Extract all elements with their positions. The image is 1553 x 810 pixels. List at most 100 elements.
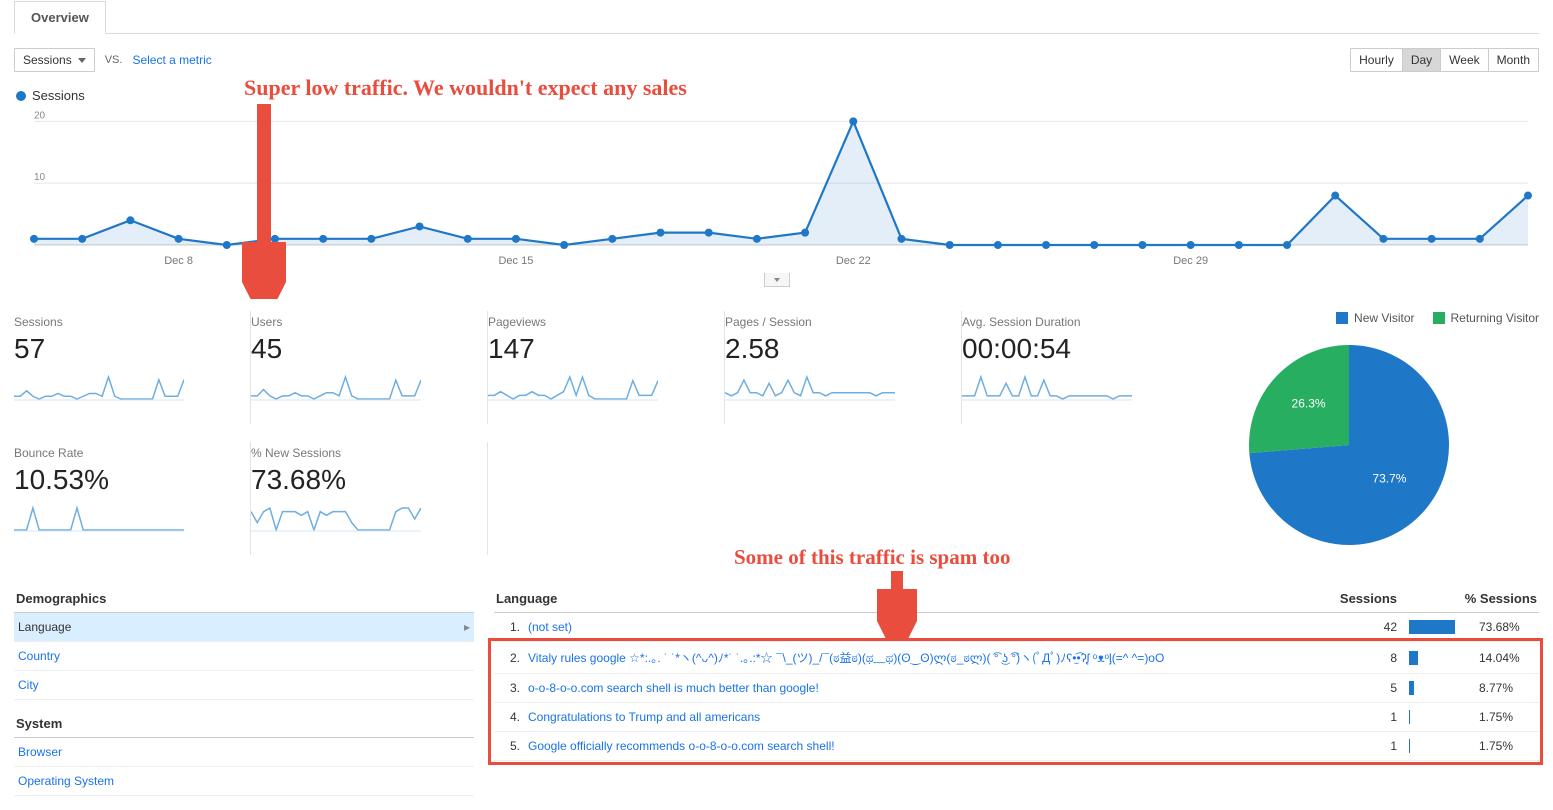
row-sessions: 1 <box>1327 710 1397 724</box>
row-link[interactable]: Congratulations to Trump and all america… <box>528 710 760 724</box>
visitor-pie-chart: 73.7% 26.3% <box>1219 335 1459 555</box>
row-name: Google officially recommends o-o-8-o-o.c… <box>520 739 1327 753</box>
metric-label: Pageviews <box>488 315 706 329</box>
row-pct: 1.75% <box>1479 710 1513 724</box>
pie-legend-item: Returning Visitor <box>1433 311 1540 325</box>
system-item-operating-system[interactable]: Operating System <box>14 767 474 796</box>
metric-label: Avg. Session Duration <box>962 315 1181 329</box>
row-link[interactable]: (not set) <box>528 620 572 634</box>
row-sessions: 8 <box>1327 651 1397 665</box>
row-index: 2. <box>496 651 520 665</box>
row-sessions: 42 <box>1327 620 1397 634</box>
x-tick-label: Dec 15 <box>498 255 533 267</box>
list-item-label: Country <box>18 649 60 663</box>
row-index: 1. <box>496 620 520 634</box>
demographics-item-country[interactable]: Country <box>14 642 474 671</box>
demographics-header: Demographics <box>14 585 474 613</box>
svg-text:73.7%: 73.7% <box>1372 471 1406 485</box>
row-pct: 8.77% <box>1479 681 1513 695</box>
table-row: 1. (not set) 42 73.68% <box>494 613 1539 642</box>
pie-legend-item: New Visitor <box>1336 311 1414 325</box>
chart-expand-toggle[interactable] <box>764 273 790 287</box>
sparkline <box>725 373 895 401</box>
caret-down-icon <box>774 278 780 282</box>
x-tick-label: Dec 29 <box>1173 255 1208 267</box>
row-link[interactable]: o-o-8-o-o.com search shell is much bette… <box>528 681 819 695</box>
sessions-line-chart: 10 20 <box>14 105 1534 255</box>
table-row: 3. o-o-8-o-o.com search shell is much be… <box>494 674 1539 703</box>
demographics-item-city[interactable]: City <box>14 671 474 700</box>
row-sessions: 1 <box>1327 739 1397 753</box>
metric-label: Pages / Session <box>725 315 943 329</box>
metric-avg-session-duration[interactable]: Avg. Session Duration 00:00:54 <box>962 311 1199 424</box>
legend-label: New Visitor <box>1354 311 1414 325</box>
granularity-day[interactable]: Day <box>1402 49 1440 71</box>
row-link[interactable]: Vitaly rules google ☆*:.｡. ˙ ˙*ヽ(^ᴗ^)ﾉ*˙… <box>528 651 1164 665</box>
primary-metric-select[interactable]: Sessions <box>14 48 95 72</box>
row-sessions: 5 <box>1327 681 1397 695</box>
sparkline <box>962 373 1132 401</box>
row-name: Congratulations to Trump and all america… <box>520 710 1327 724</box>
row-name: Vitaly rules google ☆*:.｡. ˙ ˙*ヽ(^ᴗ^)ﾉ*˙… <box>520 649 1327 666</box>
sparkline <box>14 373 184 401</box>
caret-down-icon <box>78 58 86 63</box>
row-index: 5. <box>496 739 520 753</box>
sparkline <box>488 373 658 401</box>
demographics-item-language[interactable]: Language▸ <box>14 613 474 642</box>
svg-text:26.3%: 26.3% <box>1292 397 1326 411</box>
x-tick-label: Dec 22 <box>836 255 871 267</box>
metric-label: Bounce Rate <box>14 446 232 460</box>
metric-pageviews[interactable]: Pageviews 147 <box>488 311 725 424</box>
row-name: o-o-8-o-o.com search shell is much bette… <box>520 681 1327 695</box>
legend-dot-icon <box>16 91 26 101</box>
row-bar <box>1409 651 1471 665</box>
sparkline <box>251 373 421 401</box>
system-item-browser[interactable]: Browser <box>14 738 474 767</box>
table-col-sessions[interactable]: Sessions <box>1327 591 1397 606</box>
metric-label: % New Sessions <box>251 446 469 460</box>
granularity-month[interactable]: Month <box>1488 49 1538 71</box>
granularity-week[interactable]: Week <box>1440 49 1487 71</box>
row-bar <box>1409 681 1471 695</box>
metric-label: Sessions <box>14 315 232 329</box>
row-index: 3. <box>496 681 520 695</box>
table-row: 2. Vitaly rules google ☆*:.｡. ˙ ˙*ヽ(^ᴗ^)… <box>494 642 1539 674</box>
sparkline <box>14 504 184 532</box>
metric-value: 10.53% <box>14 464 232 496</box>
granularity-hourly[interactable]: Hourly <box>1351 49 1402 71</box>
table-row: 5. Google officially recommends o-o-8-o-… <box>494 732 1539 761</box>
svg-text:20: 20 <box>34 110 46 121</box>
table-col-language: Language <box>496 591 1327 606</box>
list-item-label: Browser <box>18 745 62 759</box>
metric-value: 00:00:54 <box>962 333 1181 365</box>
metric-pages-session[interactable]: Pages / Session 2.58 <box>725 311 962 424</box>
row-name: (not set) <box>520 620 1327 634</box>
row-pct: 14.04% <box>1479 651 1520 665</box>
row-index: 4. <box>496 710 520 724</box>
row-pct: 1.75% <box>1479 739 1513 753</box>
list-item-label: Language <box>18 620 71 634</box>
legend-color-icon <box>1336 312 1348 324</box>
select-secondary-metric[interactable]: Select a metric <box>132 53 211 67</box>
table-col-pct-sessions[interactable]: % Sessions <box>1397 591 1537 606</box>
list-item-label: City <box>18 678 39 692</box>
x-tick-label: Dec 8 <box>164 255 193 267</box>
sparkline <box>251 504 421 532</box>
metric-users[interactable]: Users 45 <box>251 311 488 424</box>
metric--new-sessions[interactable]: % New Sessions 73.68% <box>251 442 488 555</box>
legend-color-icon <box>1433 312 1445 324</box>
svg-text:10: 10 <box>34 172 46 183</box>
table-row: 4. Congratulations to Trump and all amer… <box>494 703 1539 732</box>
metric-value: 45 <box>251 333 469 365</box>
row-link[interactable]: Google officially recommends o-o-8-o-o.c… <box>528 739 835 753</box>
row-bar <box>1409 710 1471 724</box>
vs-label: VS. <box>105 54 123 66</box>
metric-bounce-rate[interactable]: Bounce Rate 10.53% <box>14 442 251 555</box>
row-bar <box>1409 739 1471 753</box>
primary-metric-label: Sessions <box>23 53 72 67</box>
metric-sessions[interactable]: Sessions 57 <box>14 311 251 424</box>
row-pct: 73.68% <box>1479 620 1520 634</box>
tab-overview[interactable]: Overview <box>14 1 106 34</box>
chart-legend-label: Sessions <box>32 88 85 103</box>
row-bar <box>1409 620 1471 634</box>
